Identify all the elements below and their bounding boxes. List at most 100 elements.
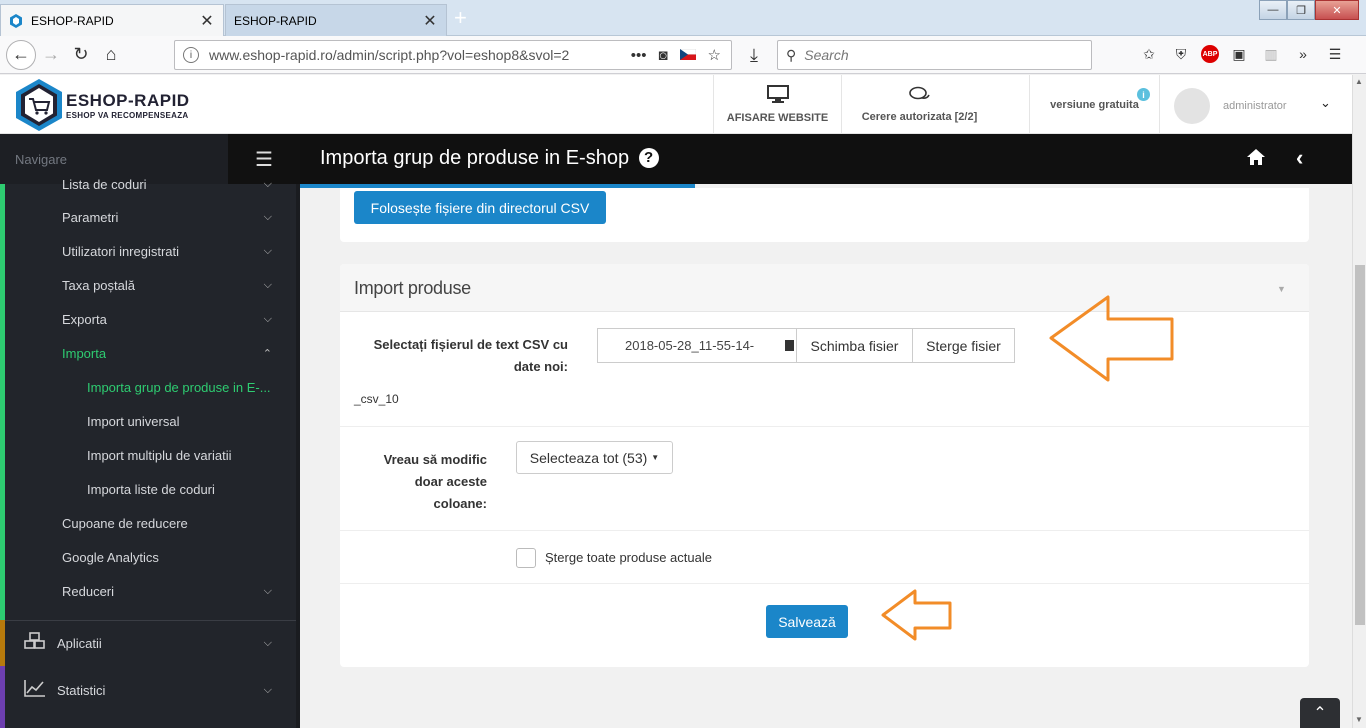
chevron-up-icon: ⌃	[262, 347, 272, 360]
browser-toolbar: ← → ↻ ⌂ i www.eshop-rapid.ro/admin/scrip…	[0, 36, 1366, 74]
page-title-bar: Importa grup de produse in E-shop ? ‹	[300, 134, 1366, 184]
avatar[interactable]	[1174, 88, 1210, 124]
chevron-down-icon: ⌵	[263, 636, 272, 649]
delete-all-label[interactable]: Șterge toate produse actuale	[545, 550, 712, 565]
sidebar-item-importa-liste[interactable]: Importa liste de coduri	[0, 472, 296, 506]
version-label: versiune gratuita	[1050, 98, 1139, 111]
sidebar-toggle-icon[interactable]: ▣	[1227, 40, 1251, 68]
sidebar-item-google-analytics[interactable]: Google Analytics	[0, 540, 296, 574]
minimize-icon[interactable]: —	[1259, 0, 1287, 20]
columns-row: Vreau să modific doar aceste coloane: Se…	[340, 427, 1309, 531]
overflow-chevron-icon[interactable]: »	[1291, 40, 1315, 68]
help-question-icon[interactable]: ?	[638, 147, 659, 168]
maximize-icon[interactable]: ❐	[1287, 0, 1315, 20]
url-text[interactable]: www.eshop-rapid.ro/admin/script.php?vol=…	[209, 47, 631, 63]
czech-flag-icon	[679, 47, 696, 64]
chevron-left-icon[interactable]: ‹	[1296, 145, 1303, 171]
new-tab-icon[interactable]: +	[454, 5, 467, 31]
page-title-text: Importa grup de produse in E-shop	[320, 147, 630, 169]
sidebar-item-taxa-postala[interactable]: Taxa poștală ⌵	[0, 268, 296, 302]
save-button[interactable]: Salvează	[766, 605, 848, 638]
back-arrow-icon[interactable]: ←	[6, 39, 36, 70]
sidebar-item-importa[interactable]: Importa ⌃	[0, 336, 296, 370]
logo-title: ESHOP-RAPID	[66, 90, 190, 110]
cubes-icon	[24, 632, 46, 654]
scroll-down-icon[interactable]: ▼	[1355, 715, 1363, 724]
chevron-down-icon: ⌵	[263, 584, 272, 597]
reload-icon[interactable]: ↻	[66, 40, 96, 70]
reading-list-icon[interactable]: ▥	[1259, 40, 1283, 68]
close-tab-icon[interactable]: ✕	[422, 11, 438, 31]
version-block[interactable]: versiune gratuita	[1029, 75, 1159, 134]
sidebar-item-reduceri[interactable]: Reduceri ⌵	[0, 574, 296, 608]
sidebar-item-label: Utilizatori inregistrati	[62, 243, 180, 259]
caret-down-icon: ▼	[651, 453, 660, 462]
bookmark-star-icon[interactable]: ☆	[708, 46, 721, 64]
close-window-icon[interactable]: ✕	[1315, 0, 1359, 20]
sidebar-item-label: Statistici	[57, 682, 106, 698]
sidebar-item-label: Google Analytics	[62, 549, 159, 565]
bookmarks-star-icon[interactable]: ✩	[1137, 40, 1161, 68]
sidebar-item-label: Cupoane de reducere	[62, 515, 188, 531]
adblock-plus-icon[interactable]: ABP	[1201, 45, 1219, 63]
download-icon[interactable]: ⤓	[739, 40, 769, 70]
sidebar: Navigare ☰ Lista de coduri ⌵ Parametri ⌵ U…	[0, 134, 300, 728]
page-title: Importa grup de produse in E-shop ?	[320, 147, 659, 170]
chevron-down-icon: ⌵	[263, 244, 272, 257]
sidebar-item-utilizatori[interactable]: Utilizatori inregistrati ⌵	[0, 234, 296, 268]
sidebar-item-parametri[interactable]: Parametri ⌵	[0, 200, 296, 234]
eshop-logo[interactable]: ESHOP-RAPID ESHOP VA RECOMPENSEAZA	[14, 78, 214, 132]
panel-title: Import produse	[354, 278, 471, 298]
page-scrollbar[interactable]: ▲ ▼	[1352, 75, 1366, 728]
delete-all-row: Șterge toate produse actuale	[340, 531, 1309, 584]
home-icon[interactable]	[1246, 148, 1266, 171]
delete-file-button[interactable]: Sterge fisier	[912, 328, 1015, 363]
scroll-up-icon[interactable]: ▲	[1355, 77, 1363, 86]
sidebar-item-lista-de-coduri[interactable]: Lista de coduri ⌵	[0, 167, 296, 201]
authorization-requests-button[interactable]: Cerere autorizata [2/2]	[841, 75, 997, 134]
user-name[interactable]: administrator	[1223, 100, 1287, 112]
chevron-down-icon: ⌵	[263, 312, 272, 325]
hamburger-menu-icon[interactable]: ☰	[1323, 40, 1347, 68]
home-icon[interactable]: ⌂	[96, 40, 126, 70]
sidebar-item-cupoane[interactable]: Cupoane de reducere	[0, 506, 296, 540]
show-website-button[interactable]: AFISARE WEBSITE	[713, 75, 841, 134]
chevron-down-icon[interactable]: ⌄	[1320, 95, 1331, 111]
sidebar-item-import-variatii[interactable]: Import multiplu de variatii	[0, 438, 296, 472]
tab-title: ESHOP-RAPID	[31, 13, 114, 28]
collapse-caret-icon[interactable]: ▼	[1277, 284, 1286, 294]
scroll-to-top-button[interactable]: ⌃	[1300, 698, 1340, 728]
pocket-icon[interactable]: ◙	[658, 47, 667, 64]
close-tab-icon[interactable]: ✕	[199, 11, 215, 31]
site-info-icon[interactable]: i	[183, 47, 199, 63]
info-icon[interactable]: i	[1137, 88, 1150, 101]
sidebar-item-aplicatii[interactable]: Aplicatii ⌵	[0, 620, 296, 666]
browser-tab[interactable]: ESHOP-RAPID ✕	[225, 4, 447, 36]
search-icon: ⚲	[786, 46, 797, 63]
sidebar-item-label: Import universal	[87, 413, 180, 429]
search-input[interactable]: ⚲ Search	[777, 40, 1092, 70]
address-bar[interactable]: i www.eshop-rapid.ro/admin/script.php?vo…	[174, 40, 732, 70]
page-actions-icon[interactable]: •••	[631, 47, 647, 64]
chat-bubbles-icon	[908, 86, 931, 107]
use-csv-directory-button[interactable]: Folosește fișiere din directorul CSV	[354, 191, 606, 224]
ublock-icon[interactable]: ⛨	[1169, 40, 1193, 68]
scrollbar-thumb[interactable]	[1355, 265, 1365, 625]
sidebar-item-label: Importa grup de produse in E-...	[87, 379, 271, 395]
sidebar-item-import-universal[interactable]: Import universal	[0, 404, 296, 438]
sidebar-item-label: Reduceri	[62, 583, 115, 599]
columns-label: Vreau să modific doar aceste coloane:	[383, 452, 487, 511]
change-file-button[interactable]: Schimba fisier	[796, 328, 913, 363]
sidebar-item-label: Import multiplu de variatii	[87, 447, 232, 463]
sidebar-item-statistici[interactable]: Statistici ⌵	[0, 667, 296, 713]
file-name-tail: _csv_10	[354, 392, 399, 406]
delete-all-checkbox[interactable]	[516, 548, 536, 568]
columns-dropdown[interactable]: Selecteaza tot (53) ▼	[516, 441, 673, 474]
navigation-label: Navigare	[15, 151, 68, 167]
sidebar-item-importa-grup[interactable]: Importa grup de produse in E-...	[0, 370, 296, 404]
forward-arrow-icon[interactable]: →	[36, 40, 66, 70]
browser-extensions: ✩ ⛨ ABP ▣ ▥ » ☰	[1137, 40, 1347, 68]
sidebar-item-exporta[interactable]: Exporta ⌵	[0, 302, 296, 336]
browser-tab-active[interactable]: ESHOP-RAPID ✕	[0, 4, 224, 36]
file-name-field[interactable]: 2018-05-28_11-55-14-	[597, 328, 797, 363]
